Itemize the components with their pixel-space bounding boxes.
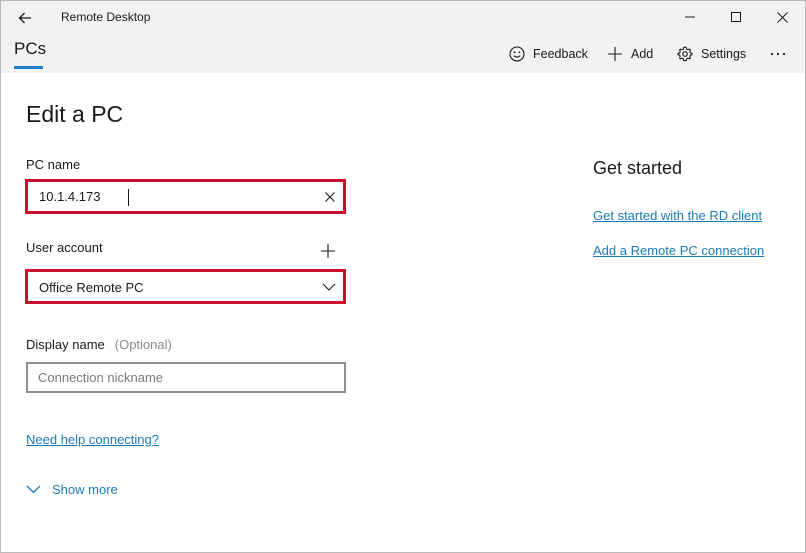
page-title: Edit a PC (26, 101, 124, 127)
arrow-left-icon (18, 12, 31, 24)
chevron-down-icon (26, 485, 41, 494)
settings-button[interactable]: Settings (677, 43, 746, 65)
text-caret (128, 189, 129, 206)
x-icon (325, 192, 335, 202)
settings-label: Settings (701, 47, 747, 61)
minimize-button[interactable] (667, 1, 713, 33)
plus-icon (608, 47, 622, 61)
feedback-button[interactable]: Feedback (509, 43, 588, 65)
user-account-dropdown[interactable]: Office Remote PC (25, 269, 346, 304)
pc-name-field-highlight (25, 179, 346, 214)
show-more-label: Show more (52, 481, 118, 497)
add-user-account-button[interactable] (318, 241, 338, 261)
show-more-button[interactable]: Show more (26, 480, 118, 498)
optional-hint: (Optional) (114, 337, 172, 352)
smiley-icon (509, 46, 525, 62)
chevron-down-icon (322, 283, 336, 291)
close-icon (776, 11, 788, 23)
display-name-input[interactable] (26, 362, 346, 393)
pc-name-label: PC name (26, 157, 81, 172)
maximize-icon (731, 12, 741, 22)
add-remote-pc-link[interactable]: Add a Remote PC connection (593, 243, 764, 258)
close-window-button[interactable] (759, 1, 805, 33)
back-button[interactable] (11, 7, 39, 29)
add-label: Add (631, 47, 654, 61)
tab-selected-indicator (14, 66, 43, 69)
title-bar: Remote Desktop (1, 1, 805, 35)
display-name-label: Display name (Optional) (26, 337, 172, 352)
gear-icon (677, 46, 693, 62)
plus-icon (321, 244, 335, 258)
top-chrome: Remote Desktop PCs Feedback Add Settings (1, 1, 805, 73)
user-account-selected: Office Remote PC (39, 280, 144, 295)
app-title: Remote Desktop (61, 10, 151, 24)
minimize-icon (685, 16, 695, 18)
pc-name-input[interactable] (30, 184, 341, 209)
clear-pc-name-button[interactable] (323, 190, 337, 204)
add-button[interactable]: Add (607, 43, 653, 65)
more-options-button[interactable] (767, 43, 789, 65)
maximize-button[interactable] (713, 1, 759, 33)
display-name-label-text: Display name (26, 337, 105, 352)
get-started-heading: Get started (593, 158, 683, 178)
get-started-link[interactable]: Get started with the RD client (593, 208, 762, 223)
help-connecting-link[interactable]: Need help connecting? (26, 432, 159, 447)
tab-pcs[interactable]: PCs (14, 39, 46, 59)
ellipsis-icon (770, 52, 786, 56)
user-account-label: User account (26, 240, 103, 255)
app-window: Remote Desktop PCs Feedback Add Settings… (0, 0, 806, 553)
feedback-label: Feedback (533, 47, 588, 61)
